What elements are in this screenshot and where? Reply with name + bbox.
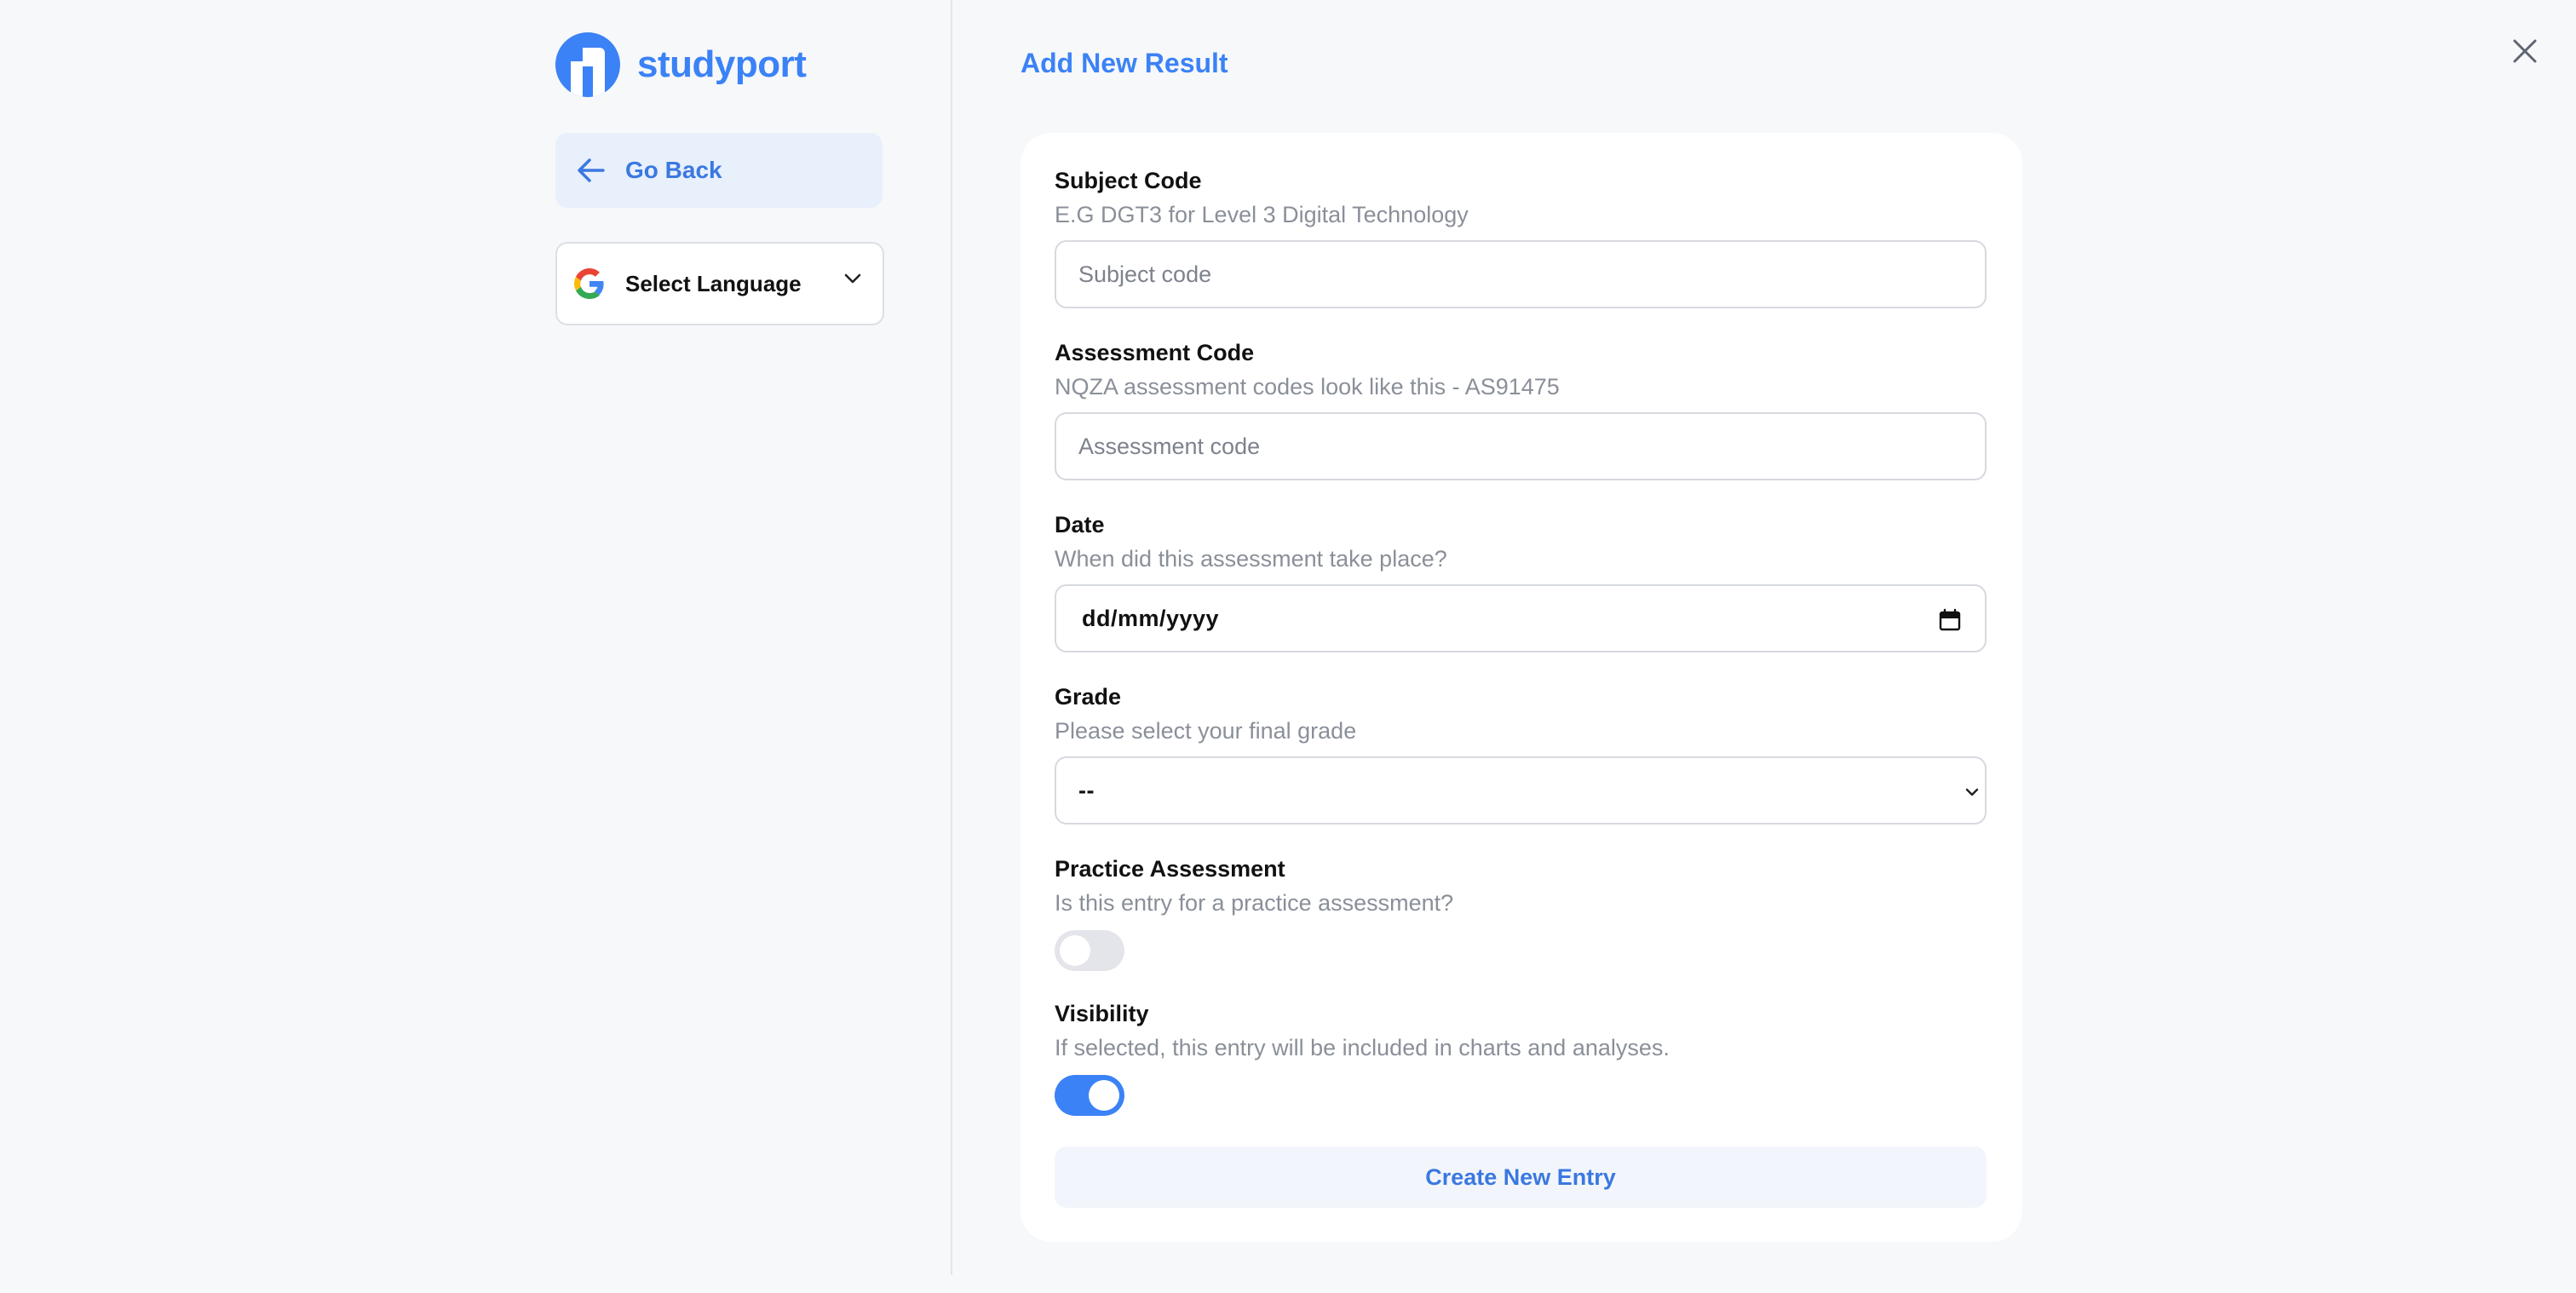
date-field: Date When did this assessment take place… bbox=[1055, 509, 1987, 652]
toggle-knob bbox=[1089, 1080, 1119, 1111]
visibility-toggle[interactable] bbox=[1055, 1075, 1124, 1116]
subject-code-help: E.G DGT3 for Level 3 Digital Technology bbox=[1055, 202, 1469, 227]
go-back-button[interactable]: Go Back bbox=[555, 133, 883, 208]
assessment-code-field: Assessment Code NQZA assessment codes lo… bbox=[1055, 337, 1987, 480]
date-input[interactable]: dd/mm/yyyy bbox=[1055, 584, 1987, 652]
toggle-knob bbox=[1060, 935, 1090, 966]
arrow-left-icon bbox=[578, 158, 605, 182]
subject-code-field: Subject Code E.G DGT3 for Level 3 Digita… bbox=[1055, 165, 1987, 308]
subject-code-input[interactable]: Subject code bbox=[1055, 240, 1987, 308]
grade-field: Grade Please select your final grade -- bbox=[1055, 681, 1987, 825]
visibility-field: Visibility If selected, this entry will … bbox=[1055, 998, 1987, 1116]
add-result-form: Subject Code E.G DGT3 for Level 3 Digita… bbox=[1021, 133, 2022, 1242]
create-new-entry-button[interactable]: Create New Entry bbox=[1055, 1146, 1987, 1208]
grade-help: Please select your final grade bbox=[1055, 718, 1357, 744]
calendar-icon[interactable] bbox=[1939, 608, 1961, 632]
grade-select[interactable]: -- bbox=[1055, 756, 1987, 825]
date-label: Date bbox=[1055, 512, 1105, 537]
chevron-down-icon bbox=[844, 273, 861, 284]
visibility-label: Visibility bbox=[1055, 1001, 1149, 1026]
sidebar: studyport Go Back Select Language bbox=[0, 0, 952, 1275]
logo-mark-icon bbox=[555, 32, 620, 97]
assessment-code-placeholder: Assessment code bbox=[1078, 433, 1261, 459]
subject-code-placeholder: Subject code bbox=[1078, 261, 1212, 287]
assessment-code-label: Assessment Code bbox=[1055, 340, 1255, 365]
practice-assessment-field: Practice Assessment Is this entry for a … bbox=[1055, 853, 1987, 971]
assessment-code-help: NQZA assessment codes look like this - A… bbox=[1055, 374, 1560, 399]
close-button[interactable] bbox=[2508, 34, 2542, 68]
visibility-help: If selected, this entry will be included… bbox=[1055, 1035, 1670, 1060]
grade-selected-value: -- bbox=[1078, 777, 1095, 803]
go-back-label: Go Back bbox=[625, 157, 722, 183]
studyport-logo[interactable]: studyport bbox=[555, 32, 807, 97]
page-title: Add New Result bbox=[1021, 48, 1228, 78]
practice-assessment-toggle[interactable] bbox=[1055, 930, 1124, 971]
select-language-label: Select Language bbox=[625, 270, 802, 296]
close-icon bbox=[2513, 39, 2537, 63]
date-help: When did this assessment take place? bbox=[1055, 546, 1447, 572]
select-language-dropdown[interactable]: Select Language bbox=[555, 242, 884, 325]
assessment-code-input[interactable]: Assessment code bbox=[1055, 412, 1987, 480]
logo-text: studyport bbox=[637, 43, 807, 85]
google-icon bbox=[574, 268, 604, 299]
grade-label: Grade bbox=[1055, 684, 1122, 710]
date-placeholder: dd/mm/yyyy bbox=[1082, 605, 1220, 631]
subject-code-label: Subject Code bbox=[1055, 168, 1202, 193]
chevron-down-icon bbox=[1965, 788, 1979, 796]
practice-assessment-label: Practice Assessment bbox=[1055, 856, 1285, 882]
practice-assessment-help: Is this entry for a practice assessment? bbox=[1055, 890, 1454, 916]
